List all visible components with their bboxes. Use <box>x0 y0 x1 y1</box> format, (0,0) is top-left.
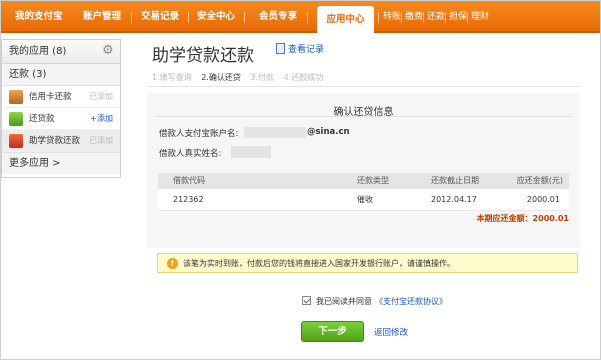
nav-transaction-records[interactable]: 交易记录 <box>141 1 179 33</box>
nav-member-exclusive[interactable]: 会员专享 <box>259 1 297 33</box>
account-label: 借款人支付宝账户名: <box>159 129 239 139</box>
column-header: 借款代码 <box>173 176 205 185</box>
sidebar-item-loan[interactable]: 还贷款 +添加 <box>2 108 120 130</box>
warning-icon: ! <box>167 258 178 269</box>
nav-bill-payment-link[interactable]: 缴费 <box>405 1 423 33</box>
confirm-panel: 确认还贷信息 借款人支付宝账户名: @sina.cn 借款人真实姓名: <box>147 93 580 248</box>
sidebar-item-student-loan[interactable]: 助学贷款还款 已添加 <box>2 130 120 152</box>
warning-notice: ! 该笔为实时到账，付款后您的钱将直接进入国家开发银行账户，请谨慎操作。 <box>157 253 578 273</box>
loan-code: 212362 <box>173 195 204 204</box>
amount-due: 2000.01 <box>526 195 560 204</box>
step-4: 4.还款成功 <box>283 73 324 82</box>
sidebar: 我的应用 (8) ⚙ 还款 (3) 信用卡还款 已添加 还贷款 +添加 助学贷款… <box>1 39 121 178</box>
masked-account <box>244 127 306 138</box>
nav-divider <box>131 12 132 23</box>
column-header: 还款截止日期 <box>431 176 479 185</box>
agree-checkbox[interactable] <box>302 296 311 305</box>
sidebar-title: 我的应用 (8) <box>9 46 67 57</box>
sidebar-item-label: 还贷款 <box>29 114 55 124</box>
due-date: 2012.04.17 <box>431 195 477 204</box>
top-navigation: 我的支付宝 账户管理 交易记录 安全中心 会员专享 应用中心 转账 缴费 还款 … <box>1 1 600 33</box>
masked-name <box>231 146 271 158</box>
loan-icon <box>9 112 23 126</box>
total-amount: 本期应还金额：2000.01 <box>476 214 569 223</box>
nav-divider <box>445 12 446 23</box>
nav-security-center[interactable]: 安全中心 <box>197 1 235 33</box>
step-1: 1.填写查询 <box>152 73 192 82</box>
nav-divider <box>188 12 189 23</box>
nav-divider <box>307 12 308 23</box>
nav-app-center[interactable]: 应用中心 <box>317 6 374 33</box>
view-records-label: 查看记录 <box>288 45 325 55</box>
table-row: 212362 催收 2012.04.17 2000.01 <box>158 189 569 211</box>
sidebar-item-label: 信用卡还款 <box>29 92 72 102</box>
sidebar-group-repayment[interactable]: 还款 (3) <box>2 64 120 86</box>
real-name-label: 借款人真实姓名: <box>159 149 222 159</box>
add-app-button[interactable]: +添加 <box>90 108 113 130</box>
sidebar-item-credit-card[interactable]: 信用卡还款 已添加 <box>2 86 120 108</box>
nav-divider <box>467 12 468 23</box>
divider <box>155 116 572 117</box>
view-records-link[interactable]: 查看记录 <box>276 42 324 55</box>
nav-divider <box>244 12 245 23</box>
account-domain: @sina.cn <box>307 127 350 137</box>
sidebar-item-status: 已添加 <box>89 136 113 145</box>
agreement-row: 我已阅读并同意 《支付宝还款协议》 <box>302 296 447 307</box>
loan-table: 借款代码 还款类型 还款截止日期 应还金额(元) 212362 催收 2012.… <box>158 173 569 223</box>
student-loan-icon <box>9 134 23 148</box>
gear-icon[interactable]: ⚙ <box>102 44 116 58</box>
column-header: 应还金额(元) <box>516 176 563 185</box>
nav-divider <box>401 12 402 23</box>
nav-my-alipay[interactable]: 我的支付宝 <box>15 1 63 33</box>
sidebar-more-apps[interactable]: 更多应用 > <box>2 152 120 174</box>
nav-divider <box>423 12 424 23</box>
table-header: 借款代码 还款类型 还款截止日期 应还金额(元) <box>158 173 569 189</box>
nav-repayment-link[interactable]: 还款 <box>427 1 445 33</box>
agreement-link[interactable]: 《支付宝还款协议》 <box>375 297 447 306</box>
document-icon <box>276 43 285 54</box>
nav-transfer-link[interactable]: 转账 <box>383 1 401 33</box>
divider <box>147 86 580 87</box>
back-to-edit-link[interactable]: 返回修改 <box>374 326 408 338</box>
sidebar-item-label: 助学贷款还款 <box>29 136 81 146</box>
nav-account-management[interactable]: 账户管理 <box>83 1 121 33</box>
nav-divider <box>378 12 379 23</box>
wallet-icon <box>9 90 23 104</box>
page-title: 助学贷款还款 <box>152 46 254 66</box>
nav-finance-link[interactable]: 理财 <box>471 1 489 33</box>
sidebar-item-status: 已添加 <box>89 92 113 101</box>
step-indicator: 1.填写查询 2.确认还贷 3.付款 4.还款成功 <box>152 72 330 83</box>
repayment-type: 催收 <box>357 195 373 204</box>
step-3: 3.付款 <box>250 73 275 82</box>
agreement-text: 我已阅读并同意 <box>316 297 372 306</box>
sidebar-header: 我的应用 (8) ⚙ <box>2 40 120 64</box>
column-header: 还款类型 <box>357 176 389 185</box>
nav-guarantee-link[interactable]: 担保 <box>449 1 467 33</box>
notice-text: 该笔为实时到账，付款后您的钱将直接进入国家开发银行账户，请谨慎操作。 <box>183 259 455 268</box>
next-step-button[interactable]: 下一步 <box>301 321 364 342</box>
step-2-current: 2.确认还贷 <box>201 73 241 82</box>
